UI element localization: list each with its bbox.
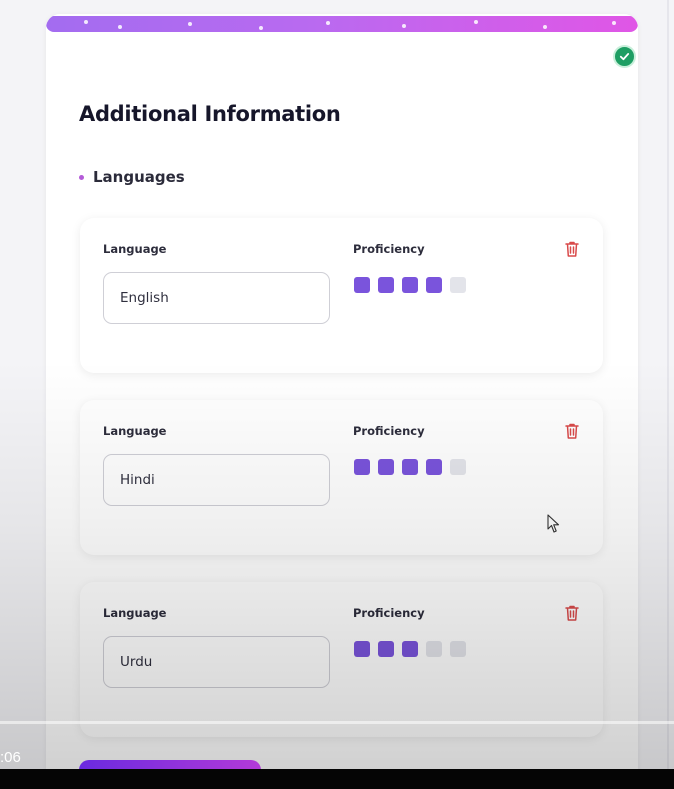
mouse-cursor-icon (547, 514, 560, 533)
language-card: Language Proficiency (80, 218, 603, 373)
language-field-label: Language (103, 424, 167, 438)
language-card: Language Proficiency (80, 400, 603, 555)
proficiency-level-4[interactable] (426, 641, 442, 657)
language-input[interactable] (103, 636, 330, 688)
proficiency-level-4[interactable] (426, 277, 442, 293)
proficiency-level-2[interactable] (378, 277, 394, 293)
proficiency-level-1[interactable] (354, 641, 370, 657)
proficiency-label: Proficiency (353, 606, 425, 620)
proficiency-level-3[interactable] (402, 459, 418, 475)
proficiency-level-5[interactable] (450, 277, 466, 293)
video-controls-bar (0, 769, 674, 789)
proficiency-level-5[interactable] (450, 459, 466, 475)
proficiency-label: Proficiency (353, 424, 425, 438)
proficiency-level-2[interactable] (378, 641, 394, 657)
languages-heading-label: Languages (93, 168, 185, 186)
language-field-label: Language (103, 242, 167, 256)
form-card: Additional Information Languages Languag… (46, 14, 638, 789)
video-timestamp: :06 (0, 749, 21, 766)
language-card: Language Proficiency (80, 582, 603, 737)
divider (667, 0, 669, 789)
proficiency-rating[interactable] (354, 277, 466, 293)
proficiency-level-4[interactable] (426, 459, 442, 475)
language-input[interactable] (103, 454, 330, 506)
delete-trash-icon[interactable] (564, 604, 580, 622)
proficiency-rating[interactable] (354, 459, 466, 475)
proficiency-level-2[interactable] (378, 459, 394, 475)
video-seek-bar[interactable] (0, 721, 674, 724)
proficiency-level-3[interactable] (402, 641, 418, 657)
proficiency-level-1[interactable] (354, 459, 370, 475)
delete-trash-icon[interactable] (564, 422, 580, 440)
proficiency-level-5[interactable] (450, 641, 466, 657)
proficiency-rating[interactable] (354, 641, 466, 657)
bullet-icon (79, 174, 84, 180)
proficiency-label: Proficiency (353, 242, 425, 256)
languages-heading: Languages (79, 168, 185, 186)
language-input[interactable] (103, 272, 330, 324)
section-title: Additional Information (79, 102, 341, 126)
proficiency-level-1[interactable] (354, 277, 370, 293)
proficiency-level-3[interactable] (402, 277, 418, 293)
language-field-label: Language (103, 606, 167, 620)
progress-bar (46, 16, 638, 32)
completed-check-icon (613, 45, 636, 68)
delete-trash-icon[interactable] (564, 240, 580, 258)
